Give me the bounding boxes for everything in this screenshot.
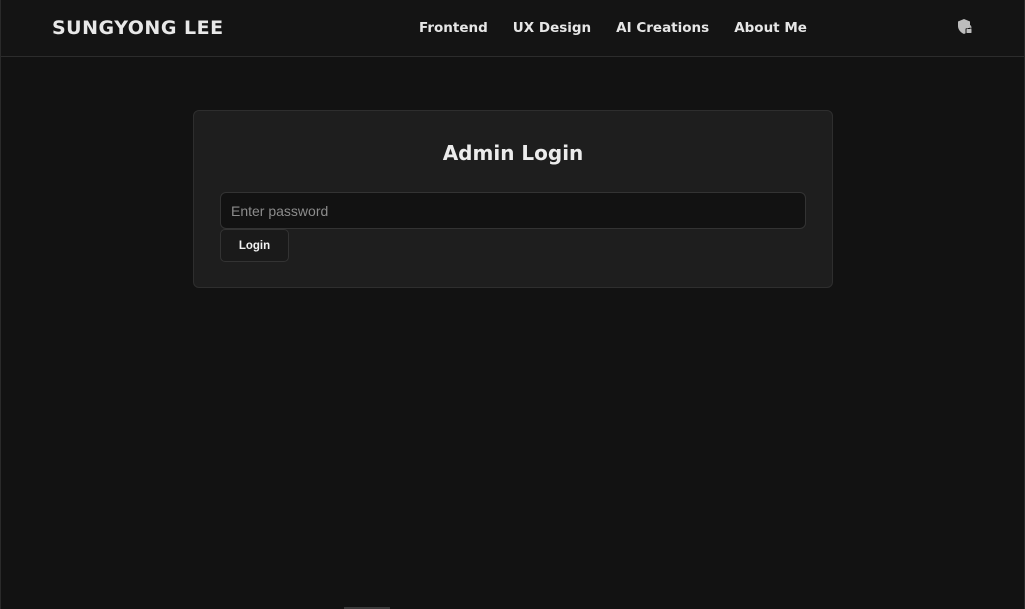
nav-link-ai-creations[interactable]: AI Creations <box>616 20 709 36</box>
password-input[interactable] <box>220 192 806 229</box>
main-nav: Frontend UX Design AI Creations About Me <box>419 20 807 36</box>
shield-lock-icon[interactable] <box>956 18 974 36</box>
site-header: SUNGYONG LEE Frontend UX Design AI Creat… <box>1 0 1024 57</box>
login-button[interactable]: Login <box>220 229 289 262</box>
nav-link-ux-design[interactable]: UX Design <box>513 20 591 36</box>
nav-link-about-me[interactable]: About Me <box>734 20 807 36</box>
nav-link-frontend[interactable]: Frontend <box>419 20 488 36</box>
login-card: Admin Login Login <box>193 110 833 288</box>
page: SUNGYONG LEE Frontend UX Design AI Creat… <box>0 0 1025 609</box>
login-title: Admin Login <box>442 141 584 165</box>
brand-logo-link[interactable]: SUNGYONG LEE <box>52 17 224 39</box>
